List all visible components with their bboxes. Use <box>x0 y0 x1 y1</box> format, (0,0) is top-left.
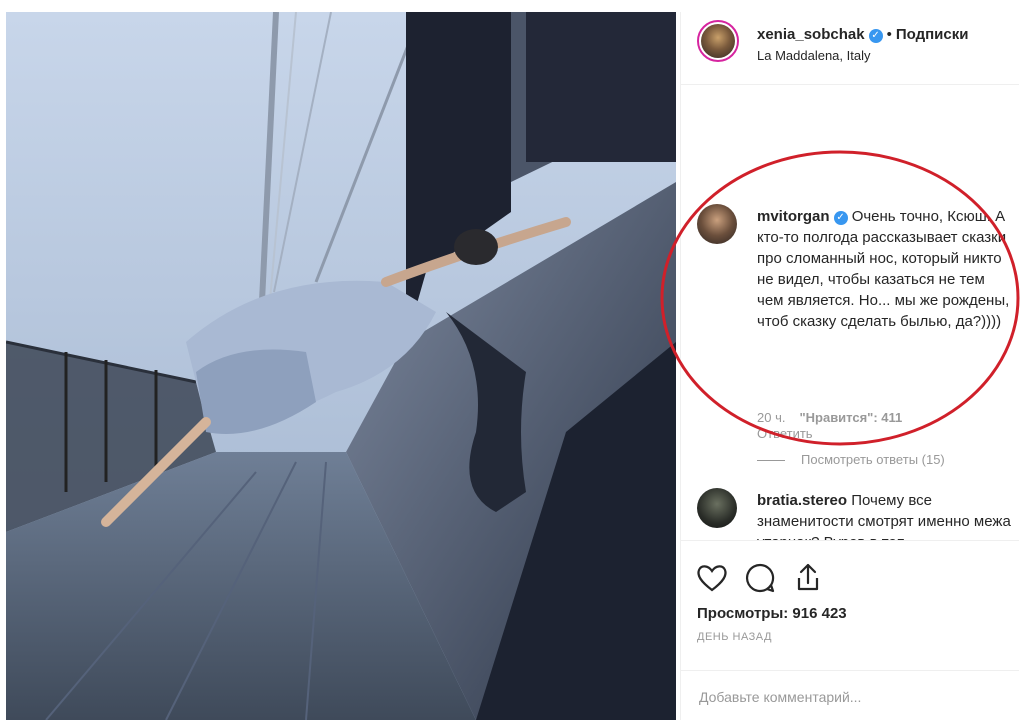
verified-badge-icon: ✓ <box>868 29 883 43</box>
comment-body: mvitorgan ✓ Очень точно, Ксюш. А кто-то п… <box>757 206 1015 332</box>
comment-body: bratia.stereo Почему все знаменитости см… <box>757 490 1015 540</box>
show-replies-label: Посмотреть ответы (15) <box>801 452 945 467</box>
commenter-avatar[interactable] <box>697 488 737 528</box>
comment-likes[interactable]: "Нравится": 411 <box>799 410 902 425</box>
comment-input[interactable] <box>697 681 1001 713</box>
post-location[interactable]: La Maddalena, Italy <box>757 48 870 63</box>
comment-item: mvitorgan ✓ Очень точно, Ксюш. А кто-то п… <box>697 204 1015 467</box>
author-line: xenia_sobchak ✓ • Подписки <box>757 26 968 43</box>
yacht-photo-illustration <box>6 12 676 720</box>
add-comment-bar <box>681 670 1019 721</box>
author-avatar[interactable] <box>697 20 739 62</box>
show-replies-button[interactable]: Посмотреть ответы (15) <box>757 452 945 467</box>
post-side-panel: xenia_sobchak ✓ • Подписки La Maddalena, It… <box>680 12 1019 720</box>
author-username[interactable]: xenia_sobchak <box>757 26 865 43</box>
separator-dot: • <box>886 26 892 43</box>
share-icon[interactable] <box>791 561 825 595</box>
post-header: xenia_sobchak ✓ • Подписки La Maddalena, It… <box>681 12 1019 85</box>
view-count: Просмотры: 916 423 <box>697 605 847 622</box>
comment-meta: 20 ч. "Нравится": 411 <box>757 410 902 425</box>
post-timestamp[interactable]: ДЕНЬ НАЗАД <box>697 631 772 643</box>
post-photo[interactable] <box>6 12 676 720</box>
divider-line <box>757 460 785 462</box>
comment-time: 20 ч. <box>757 410 786 425</box>
commenter-username[interactable]: bratia.stereo <box>757 492 847 509</box>
comment-list-clip: bratia.stereo Почему все знаменитости см… <box>681 482 1019 540</box>
comment-icon[interactable] <box>743 561 777 595</box>
comment-text: Очень точно, Ксюш. А кто-то полгода расс… <box>757 208 1010 330</box>
reply-button[interactable]: Ответить <box>757 426 813 441</box>
follow-button[interactable]: Подписки <box>896 26 969 43</box>
commenter-username[interactable]: mvitorgan <box>757 208 830 225</box>
verified-badge-icon: ✓ <box>833 211 848 225</box>
heart-icon[interactable] <box>695 561 729 595</box>
comment-item: bratia.stereo Почему все знаменитости см… <box>697 488 1015 540</box>
commenter-avatar[interactable] <box>697 204 737 244</box>
